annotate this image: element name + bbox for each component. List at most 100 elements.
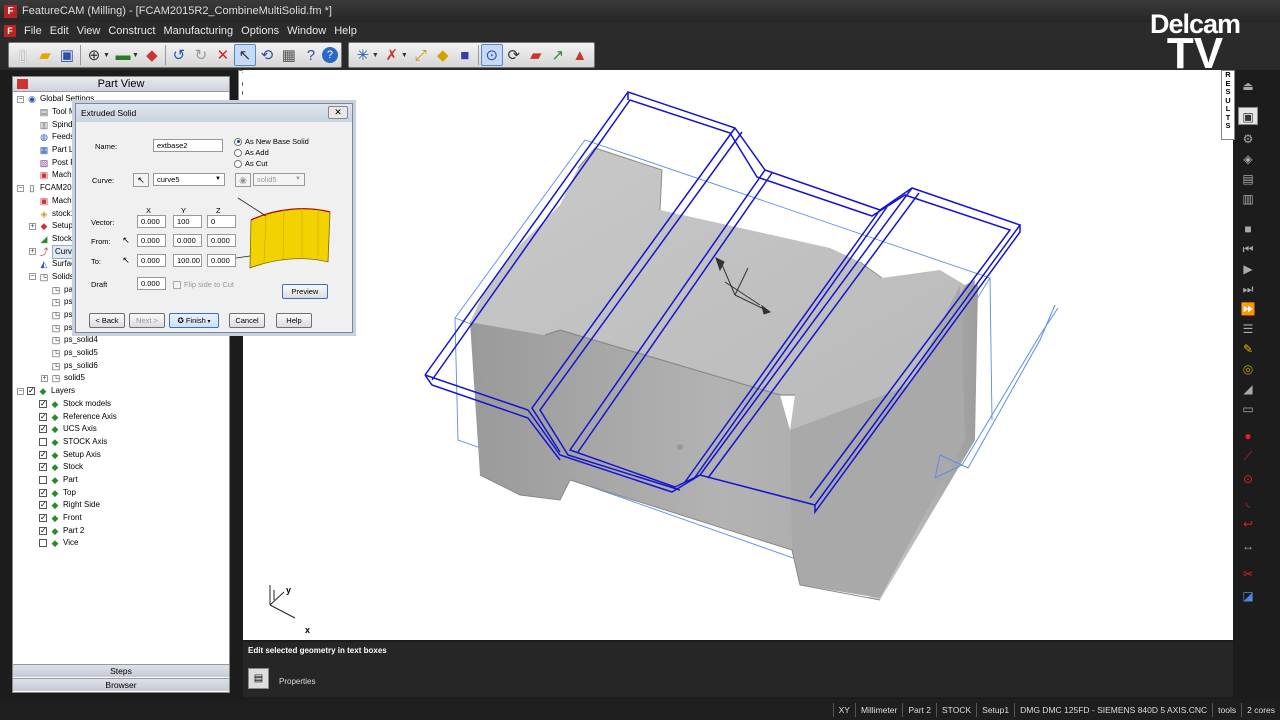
trim-tool-icon[interactable]: ✂ xyxy=(1238,565,1258,583)
calculator-icon[interactable]: ▦ xyxy=(278,44,300,66)
skip-icon[interactable]: ⏩ xyxy=(1238,300,1258,318)
tree-item[interactable]: ✓ ◆ UCS Axis xyxy=(13,423,229,436)
stop-icon[interactable]: ■ xyxy=(1238,220,1258,238)
pick-from-icon[interactable]: ↖ xyxy=(118,234,134,248)
menu-options[interactable]: Options xyxy=(237,25,283,37)
menu-window[interactable]: Window xyxy=(283,25,330,37)
back-button[interactable]: < Back xyxy=(89,313,125,328)
collapse-icon[interactable]: − xyxy=(17,95,24,103)
toolpath-icon[interactable]: ↗ xyxy=(547,44,569,66)
dropdown-arrow-icon[interactable]: ▼ xyxy=(132,52,139,59)
dropdown-arrow-icon[interactable]: ▼ xyxy=(401,52,408,59)
arc-tool-icon[interactable]: ◟ xyxy=(1238,493,1258,511)
menu-manufacturing[interactable]: Manufacturing xyxy=(159,25,237,37)
tab-browser[interactable]: Browser xyxy=(13,678,229,691)
expand-icon[interactable]: + xyxy=(29,222,36,230)
cube-icon[interactable]: ◈ xyxy=(1238,150,1258,168)
tree-item[interactable]: ✓ ◆ Setup Axis xyxy=(13,448,229,461)
line-tool-icon[interactable]: ⟋ xyxy=(1238,447,1258,465)
step-forward-icon[interactable]: ⏭ xyxy=(1238,280,1258,298)
loop-icon[interactable]: ⟲ xyxy=(256,44,278,66)
properties-label[interactable]: Properties xyxy=(279,677,315,686)
option-new-base-solid[interactable]: As New Base Solid xyxy=(234,137,309,146)
rewind-icon[interactable]: ⏮ xyxy=(1238,240,1258,258)
checkbox-checked-icon[interactable]: ✓ xyxy=(39,526,47,535)
from-x[interactable]: 0.000 xyxy=(137,234,166,247)
collapse-icon[interactable]: − xyxy=(17,184,24,192)
tree-item[interactable]: ◆ STOCK Axis xyxy=(13,436,229,449)
tree-item[interactable]: ✓ ◆ Reference Axis xyxy=(13,410,229,423)
help-icon[interactable]: ? xyxy=(321,47,338,63)
shaded-view-icon[interactable]: ▬ xyxy=(112,44,134,66)
context-help-icon[interactable]: ? xyxy=(300,44,322,66)
help-button[interactable]: Help xyxy=(276,313,312,328)
finish-button[interactable]: ✪ Finish ▾ xyxy=(169,313,219,328)
menu-help[interactable]: Help xyxy=(330,25,361,37)
option-as-cut[interactable]: As Cut xyxy=(234,159,268,168)
play-icon[interactable]: ▶ xyxy=(1238,260,1258,278)
chamfer-tool-icon[interactable]: ◪ xyxy=(1238,587,1258,605)
tree-item[interactable]: ✓ ◆ Stock models xyxy=(13,398,229,411)
tree-item[interactable]: ◳ ps_solid6 xyxy=(13,359,229,372)
point-icon[interactable]: ✳ xyxy=(352,44,374,66)
to-z[interactable]: 0.000 xyxy=(207,254,236,267)
curve-select[interactable]: curve5 ▼ xyxy=(153,173,225,186)
expand-icon[interactable]: + xyxy=(41,374,48,382)
preview-button[interactable]: Preview xyxy=(282,284,328,299)
stock-icon[interactable]: ▰ xyxy=(525,44,547,66)
delete-icon[interactable]: ✕ xyxy=(212,44,234,66)
name-field[interactable]: extbase2 xyxy=(153,139,223,152)
axis-icon[interactable]: ✗ xyxy=(381,44,403,66)
point-tool-icon[interactable]: ● xyxy=(1238,427,1258,445)
checkbox-checked-icon[interactable]: ✓ xyxy=(39,412,47,421)
vector-y[interactable]: 100 xyxy=(173,215,202,228)
tree-item[interactable]: ◆ Part xyxy=(13,474,229,487)
feature-icon[interactable]: ⟳ xyxy=(503,44,525,66)
tree-item[interactable]: ✓ ◆ Front xyxy=(13,512,229,525)
dropdown-arrow-icon[interactable]: ▼ xyxy=(372,52,379,59)
undo-icon[interactable]: ↺ xyxy=(168,44,190,66)
tab-steps[interactable]: Steps xyxy=(13,664,229,677)
tree-item[interactable]: ✓ ◆ Right Side xyxy=(13,499,229,512)
checkbox-checked-icon[interactable]: ✓ xyxy=(39,425,47,434)
collapse-icon[interactable]: − xyxy=(17,387,24,395)
checkbox-checked-icon[interactable]: ✓ xyxy=(39,450,47,459)
dropdown-arrow-icon[interactable]: ▼ xyxy=(103,52,110,59)
checkbox-checked-icon[interactable]: ✓ xyxy=(39,501,47,510)
surface-icon[interactable]: ◆ xyxy=(432,44,454,66)
collapse-icon[interactable]: − xyxy=(29,273,36,281)
circle-tool-icon[interactable]: ⊙ xyxy=(1238,470,1258,488)
model-view[interactable]: y x xyxy=(243,70,1233,640)
expand-icon[interactable]: + xyxy=(29,248,36,256)
shade-icon[interactable]: ◢ xyxy=(1238,380,1258,398)
checkbox-checked-icon[interactable]: ✓ xyxy=(39,399,47,408)
spline-tool-icon[interactable]: ↩ xyxy=(1238,515,1258,533)
pick-curve-icon[interactable]: ↖ xyxy=(133,173,149,187)
close-icon[interactable]: ✕ xyxy=(328,106,348,119)
draft-field[interactable]: 0.000 xyxy=(137,277,166,290)
setup-icon[interactable]: ⊙ xyxy=(480,44,503,66)
properties-icon[interactable]: ▤ xyxy=(248,668,269,689)
tool-view-icon[interactable]: ▥ xyxy=(1238,190,1258,208)
simulation-box-icon[interactable]: ▣ xyxy=(1238,107,1258,125)
open-folder-icon[interactable]: ▰ xyxy=(34,44,56,66)
menu-view[interactable]: View xyxy=(73,25,105,37)
cancel-button[interactable]: Cancel xyxy=(229,313,265,328)
option-as-add[interactable]: As Add xyxy=(234,148,269,157)
ruler-icon[interactable]: ▭ xyxy=(1238,400,1258,418)
tree-item[interactable]: ✓ ◆ Part 2 xyxy=(13,524,229,537)
menu-edit[interactable]: Edit xyxy=(46,25,73,37)
stock-view-icon[interactable]: ▤ xyxy=(1238,170,1258,188)
surface-tool-icon[interactable]: ◎ xyxy=(1238,360,1258,378)
checkbox-checked-icon[interactable]: ✓ xyxy=(39,463,47,472)
checkbox-icon[interactable] xyxy=(39,475,47,484)
tree-item[interactable]: ✓ ◆ Stock xyxy=(13,461,229,474)
gear-icon[interactable]: ⚙ xyxy=(1238,130,1258,148)
tree-item[interactable]: ◳ ps_solid4 xyxy=(13,334,229,347)
checkbox-checked-icon[interactable]: ✓ xyxy=(39,514,47,523)
solid-icon[interactable]: ■ xyxy=(454,44,476,66)
tree-item[interactable]: − ✓ ◆ Layers xyxy=(13,385,229,398)
to-x[interactable]: 0.000 xyxy=(137,254,166,267)
vector-x[interactable]: 0.000 xyxy=(137,215,166,228)
to-y[interactable]: 100.00 xyxy=(173,254,202,267)
